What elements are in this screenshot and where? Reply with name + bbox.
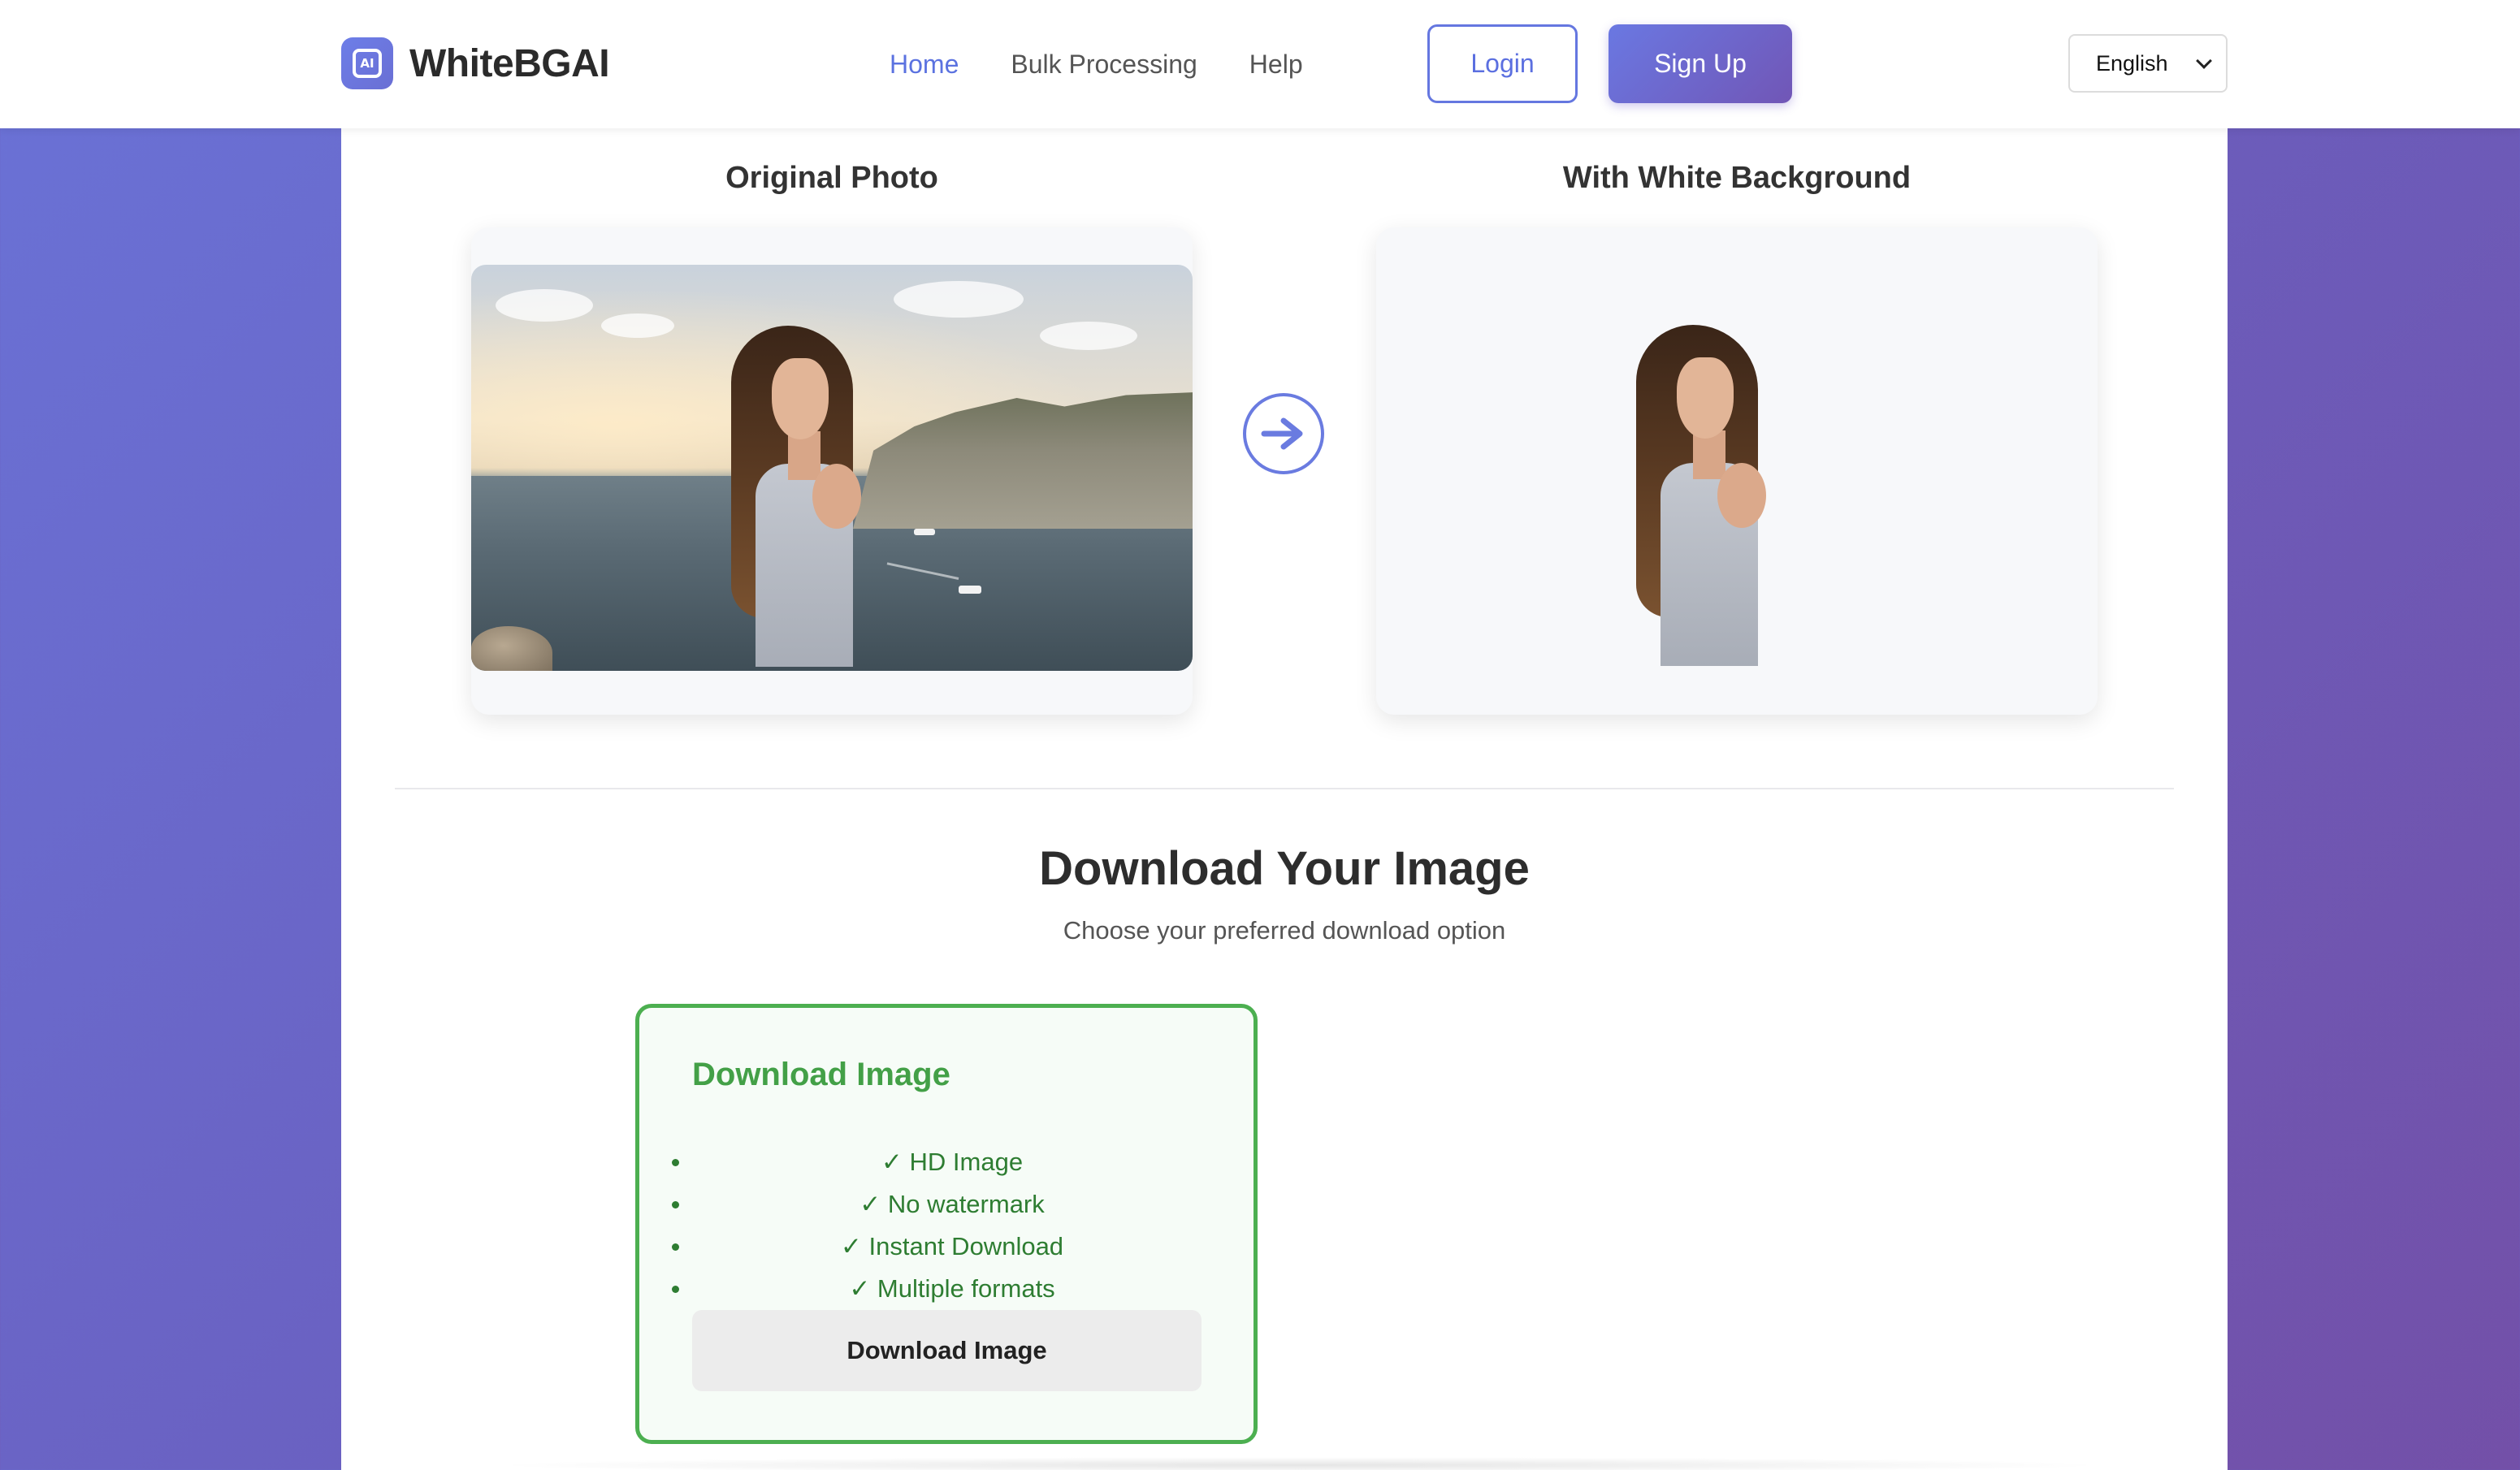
shoulder: [812, 464, 861, 529]
download-section-title: Download Your Image: [1039, 842, 1530, 895]
result-photo-title: With White Background: [1562, 161, 1912, 195]
original-photo-card: [471, 227, 1193, 715]
bullet-icon: [672, 1243, 679, 1251]
card-bottom-shadow: [487, 1457, 2112, 1470]
main-nav: Home Bulk Processing Help: [890, 42, 1303, 86]
feature-item: ✓ Multiple formats: [672, 1268, 1232, 1310]
arrow-right-icon: [1243, 393, 1324, 474]
shoulder: [1717, 463, 1766, 528]
cloud: [894, 281, 1024, 318]
bullet-icon: [672, 1201, 679, 1208]
boat: [914, 529, 935, 535]
logo-text: WhiteBGAI: [409, 41, 610, 85]
rock: [471, 626, 552, 671]
logo-icon-letters: AI: [353, 49, 382, 78]
feature-list: ✓ HD Image ✓ No watermark ✓ Instant Down…: [672, 1141, 1232, 1310]
bullet-icon: [672, 1159, 679, 1166]
person: [723, 326, 869, 667]
top-nav-bar: AI WhiteBGAI Home Bulk Processing Help L…: [0, 0, 2520, 128]
cloud: [601, 313, 674, 338]
cloud: [496, 289, 593, 322]
nav-home[interactable]: Home: [890, 50, 959, 80]
section-divider: [395, 788, 2174, 789]
original-photo[interactable]: [471, 265, 1193, 671]
download-option-card[interactable]: Download Image ✓ HD Image ✓ No watermark…: [635, 1004, 1258, 1444]
feature-item: ✓ Instant Download: [672, 1226, 1232, 1268]
language-select[interactable]: English: [2068, 34, 2228, 93]
boat: [959, 586, 981, 594]
ai-chip-icon: AI: [341, 37, 393, 89]
feature-item: ✓ HD Image: [672, 1141, 1232, 1183]
download-image-button[interactable]: Download Image: [692, 1310, 1202, 1391]
login-button[interactable]: Login: [1427, 24, 1578, 103]
main-content-card: Original Photo With White Background Dow…: [341, 128, 2228, 1470]
face: [772, 358, 829, 439]
language-select-value: English: [2096, 50, 2168, 76]
bullet-icon: [672, 1286, 679, 1293]
cloud: [1040, 322, 1137, 350]
feature-item: ✓ No watermark: [672, 1183, 1232, 1226]
result-photo-card: [1376, 227, 2098, 715]
nav-help[interactable]: Help: [1249, 50, 1303, 80]
face: [1677, 357, 1734, 439]
nav-bulk-processing[interactable]: Bulk Processing: [1011, 50, 1197, 80]
boat-wake: [886, 562, 959, 580]
download-section-subtitle: Choose your preferred download option: [1063, 916, 1506, 945]
logo[interactable]: AI WhiteBGAI: [341, 37, 610, 89]
cutout-person[interactable]: [1628, 325, 1774, 666]
signup-button[interactable]: Sign Up: [1609, 24, 1792, 103]
original-photo-title: Original Photo: [725, 161, 938, 195]
download-card-title: Download Image: [692, 1057, 950, 1092]
chevron-down-icon: [2196, 53, 2212, 69]
